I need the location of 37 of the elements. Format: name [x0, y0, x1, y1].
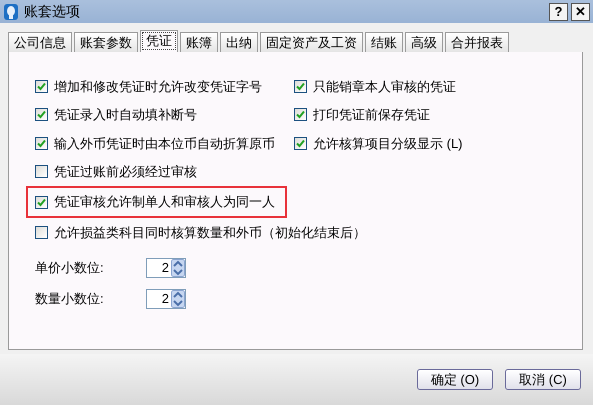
checkbox[interactable]	[294, 136, 307, 150]
checkbox-label: 凭证审核允许制单人和审核人为同一人	[54, 193, 275, 212]
tab[interactable]: 合并报表	[445, 32, 509, 52]
checkbox[interactable]	[35, 108, 48, 122]
tab[interactable]: 凭证	[140, 30, 178, 52]
number-spinner[interactable]: 2	[146, 289, 186, 309]
field-label: 单价小数位:	[35, 259, 105, 278]
dialog-button[interactable]: 取消 (C)	[505, 369, 581, 390]
checkbox[interactable]	[35, 226, 48, 239]
checkbox-label: 允许核算项目分级显示 (L)	[313, 134, 462, 153]
app-icon	[3, 2, 19, 20]
checkbox[interactable]	[35, 165, 48, 178]
checkbox[interactable]	[35, 136, 48, 150]
tab[interactable]: 结账	[365, 32, 403, 52]
window-title: 账套选项	[24, 2, 80, 21]
checkbox-label: 增加和修改凭证时允许改变凭证字号	[54, 78, 262, 96]
field-label: 数量小数位:	[35, 290, 105, 308]
tab[interactable]: 账套参数	[74, 32, 138, 52]
checkbox-label: 凭证过账前必须经过审核	[54, 163, 197, 181]
checkbox-label: 输入外币凭证时由本位币自动折算原币	[54, 134, 275, 152]
checkbox[interactable]	[294, 108, 307, 122]
tab[interactable]: 账簿	[180, 32, 218, 52]
checkbox[interactable]	[294, 80, 307, 93]
tab[interactable]: 高级	[405, 32, 443, 52]
checkbox-label: 凭证录入时自动填补断号	[54, 106, 197, 124]
checkbox[interactable]	[35, 196, 48, 208]
help-button[interactable]: ?	[549, 2, 568, 20]
number-spinner[interactable]: 2	[146, 258, 186, 278]
tab[interactable]: 公司信息	[8, 32, 72, 52]
close-button[interactable]: ✕	[571, 2, 590, 20]
checkbox-label: 只能销章本人审核的凭证	[313, 78, 456, 96]
tab[interactable]: 出纳	[220, 32, 258, 52]
checkbox-label: 允许损益类科目同时核算数量和外币（初始化结束后）	[54, 224, 366, 242]
tab[interactable]: 固定资产及工资	[260, 32, 363, 52]
checkbox[interactable]	[35, 80, 48, 93]
checkbox-label: 打印凭证前保存凭证	[313, 106, 430, 124]
dialog-button[interactable]: 确定 (O)	[417, 369, 493, 390]
